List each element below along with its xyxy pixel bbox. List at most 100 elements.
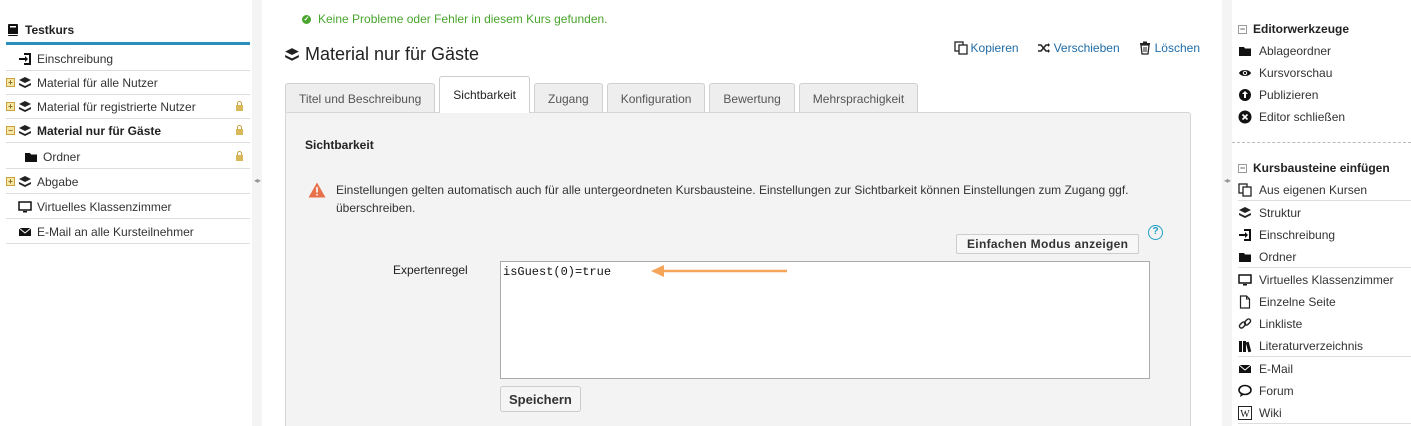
page-title: Material nur für Gäste bbox=[284, 44, 479, 65]
tool-label: Kursvorschau bbox=[1259, 66, 1333, 80]
tab-mehrsprachigkeit[interactable]: Mehrsprachigkeit bbox=[798, 83, 919, 113]
tool-label: Editor schließen bbox=[1259, 110, 1346, 124]
link-icon bbox=[1238, 317, 1252, 331]
warning-icon bbox=[308, 182, 326, 198]
insert-label: Aus eigenen Kursen bbox=[1259, 182, 1368, 197]
insert-literaturverzeichnis[interactable]: Literaturverzeichnis bbox=[1238, 335, 1411, 357]
forum-icon bbox=[1238, 384, 1252, 398]
insert-wiki[interactable]: W Wiki bbox=[1238, 402, 1411, 424]
tree-item-einschreibung[interactable]: Einschreibung bbox=[6, 47, 250, 71]
tab-bewertung[interactable]: Bewertung bbox=[709, 83, 795, 113]
tree-item-material-gaeste[interactable]: − Material nur für Gäste bbox=[6, 119, 250, 143]
copy-button[interactable]: Kopieren bbox=[953, 41, 1019, 55]
lock-icon bbox=[236, 151, 243, 161]
book-icon bbox=[6, 23, 20, 37]
insert-struktur[interactable]: Struktur bbox=[1238, 202, 1411, 224]
folder-icon bbox=[1238, 250, 1252, 264]
publish-icon bbox=[1238, 88, 1252, 102]
visibility-panel: Sichtbarkeit Einstellungen gelten automa… bbox=[285, 112, 1191, 426]
folder-icon bbox=[24, 150, 38, 164]
insert-label: Struktur bbox=[1259, 206, 1302, 220]
structure-icon bbox=[18, 124, 32, 138]
tree-item-label: Material für alle Nutzer bbox=[37, 75, 158, 90]
warning-text: Einstellungen gelten automatisch auch fü… bbox=[336, 183, 1129, 215]
insert-ordner[interactable]: Ordner bbox=[1238, 246, 1411, 268]
tool-kursvorschau[interactable]: Kursvorschau bbox=[1238, 62, 1411, 84]
editor-tools-header[interactable]: − Editorwerkzeuge bbox=[1238, 22, 1349, 36]
lock-icon bbox=[236, 125, 243, 135]
tree-item-label: Virtuelles Klassenzimmer bbox=[37, 199, 172, 214]
structure-icon bbox=[18, 100, 32, 114]
right-splitter[interactable]: ◂▸ bbox=[1222, 0, 1232, 426]
mail-icon bbox=[1238, 362, 1252, 376]
tab-sichtbarkeit[interactable]: Sichtbarkeit bbox=[439, 76, 530, 113]
enroll-icon bbox=[18, 52, 32, 66]
mail-icon bbox=[18, 225, 32, 239]
collapse-icon[interactable]: − bbox=[1238, 163, 1247, 173]
tree-item-email[interactable]: E-Mail an alle Kursteilnehmer bbox=[6, 220, 250, 244]
lock-icon bbox=[236, 101, 243, 111]
tree-root-testkurs[interactable]: Testkurs bbox=[6, 18, 250, 45]
save-button[interactable]: Speichern bbox=[500, 386, 581, 412]
insert-label: Linkliste bbox=[1259, 317, 1303, 331]
tab-bar: Titel und Beschreibung Sichtbarkeit Zuga… bbox=[285, 76, 922, 113]
left-splitter[interactable]: ◂▸ bbox=[252, 0, 262, 426]
insert-aus-eigenen-kursen[interactable]: Aus eigenen Kursen bbox=[1238, 179, 1411, 201]
insert-einschreibung[interactable]: Einschreibung bbox=[1238, 224, 1411, 246]
insert-header[interactable]: − Kursbausteine einfügen bbox=[1238, 161, 1390, 175]
folder-icon bbox=[1238, 44, 1252, 58]
tree-item-abgabe[interactable]: + Abgabe bbox=[6, 170, 250, 194]
tool-label: Publizieren bbox=[1259, 88, 1319, 102]
tool-editor-schliessen[interactable]: Editor schließen bbox=[1238, 106, 1411, 128]
tree-item-label: Ordner bbox=[43, 149, 81, 164]
tab-zugang[interactable]: Zugang bbox=[534, 83, 603, 113]
expand-icon[interactable]: + bbox=[6, 177, 15, 186]
tree-item-label: Material für registrierte Nutzer bbox=[37, 99, 196, 114]
panel-title: Sichtbarkeit bbox=[305, 138, 374, 152]
tree-item-virtuelles-klassenzimmer[interactable]: Virtuelles Klassenzimmer bbox=[6, 195, 250, 219]
insert-forum[interactable]: Forum bbox=[1238, 380, 1411, 402]
books-icon bbox=[1238, 339, 1252, 353]
insert-label: Literaturverzeichnis bbox=[1259, 338, 1364, 353]
success-message: ✓ Keine Probleme oder Fehler in diesem K… bbox=[302, 12, 608, 26]
insert-label: Ordner bbox=[1259, 249, 1297, 264]
tool-publizieren[interactable]: Publizieren bbox=[1238, 84, 1411, 106]
insert-label: E-Mail bbox=[1259, 362, 1294, 376]
page-title-text: Material nur für Gäste bbox=[305, 44, 480, 64]
insert-virtuelles-klassenzimmer[interactable]: Virtuelles Klassenzimmer bbox=[1238, 269, 1411, 291]
expand-icon[interactable]: + bbox=[6, 102, 15, 111]
move-button[interactable]: Verschieben bbox=[1037, 41, 1120, 55]
editor-main: ✓ Keine Probleme oder Fehler in diesem K… bbox=[262, 0, 1222, 426]
insert-linkliste[interactable]: Linkliste bbox=[1238, 313, 1411, 335]
tree-item-label: Abgabe bbox=[37, 174, 79, 189]
insert-email[interactable]: E-Mail bbox=[1238, 358, 1411, 380]
collapse-icon[interactable]: − bbox=[6, 126, 15, 135]
expert-rule-textarea[interactable]: isGuest(0)=true bbox=[500, 261, 1150, 379]
tab-titel-beschreibung[interactable]: Titel und Beschreibung bbox=[285, 83, 436, 113]
tab-konfiguration[interactable]: Konfiguration bbox=[606, 83, 706, 113]
simple-mode-button[interactable]: Einfachen Modus anzeigen bbox=[956, 234, 1140, 254]
tree-item-label: E-Mail an alle Kursteilnehmer bbox=[37, 224, 194, 239]
expert-rule-label: Expertenregel bbox=[393, 263, 468, 277]
insert-label: Einschreibung bbox=[1259, 228, 1336, 242]
tree-item-ordner[interactable]: Ordner bbox=[6, 145, 250, 169]
delete-button[interactable]: Löschen bbox=[1138, 41, 1200, 55]
insert-einzelne-seite[interactable]: Einzelne Seite bbox=[1238, 291, 1411, 313]
shuffle-icon bbox=[1037, 41, 1051, 55]
editor-tools-sidebar: − Editorwerkzeuge Ablageordner Kursvorsc… bbox=[1232, 0, 1411, 426]
tree-item-material-registriert[interactable]: + Material für registrierte Nutzer bbox=[6, 95, 250, 119]
move-label: Verschieben bbox=[1053, 41, 1120, 55]
collapse-icon[interactable]: − bbox=[1238, 24, 1247, 34]
annotation-arrow-icon bbox=[651, 265, 787, 277]
copy-icon bbox=[953, 41, 968, 55]
insert-label: Virtuelles Klassenzimmer bbox=[1259, 273, 1394, 287]
node-actions: Kopieren Verschieben Löschen bbox=[953, 41, 1200, 55]
warning-box: Einstellungen gelten automatisch auch fü… bbox=[308, 181, 1148, 217]
structure-icon bbox=[18, 175, 32, 189]
tool-label: Ablageordner bbox=[1259, 44, 1332, 58]
help-icon[interactable]: ? bbox=[1148, 225, 1163, 240]
expand-icon[interactable]: + bbox=[6, 78, 15, 87]
tool-ablageordner[interactable]: Ablageordner bbox=[1238, 40, 1411, 62]
insert-title: Kursbausteine einfügen bbox=[1253, 161, 1390, 175]
tree-item-material-alle[interactable]: + Material für alle Nutzer bbox=[6, 71, 250, 95]
